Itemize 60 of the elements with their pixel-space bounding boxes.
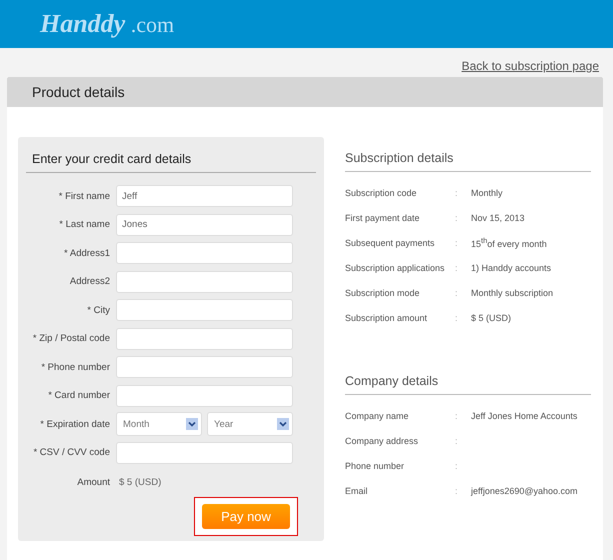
detail-label: Subscription mode — [345, 288, 421, 298]
field-label: * CSV / CVV code — [32, 447, 111, 458]
detail-value: 15$^{th}$of every month — [471, 236, 547, 249]
input-field[interactable] — [116, 242, 293, 264]
detail-label: Phone number — [345, 460, 406, 470]
field-label: * Expiration date — [39, 418, 111, 430]
field-label: Amount — [76, 476, 111, 488]
caret-icon — [186, 418, 198, 430]
input-field[interactable] — [116, 299, 293, 322]
detail-value: Jeff Jones Home Accounts — [471, 410, 578, 420]
input-field[interactable]: Jeff — [116, 185, 293, 208]
input-field[interactable] — [116, 442, 293, 464]
form-title: Enter your credit card details — [26, 149, 316, 173]
colon: : — [455, 238, 459, 248]
detail-value: Monthly subscription — [471, 288, 554, 298]
detail-label: Subsequent payments — [345, 238, 436, 248]
dropdown[interactable]: Month — [116, 412, 202, 436]
colon: : — [455, 312, 459, 322]
amount-value: $ 5 (USD) — [118, 476, 162, 488]
input-field[interactable] — [116, 356, 293, 378]
colon: : — [455, 486, 459, 496]
section-title: Subscription details — [345, 137, 591, 172]
detail-value: Monthly — [471, 188, 503, 198]
field-label: * Last name — [58, 219, 111, 230]
input-field[interactable] — [116, 384, 293, 407]
pay-button[interactable]: Pay now — [202, 504, 290, 529]
field-label: * Address1 — [63, 248, 111, 259]
field-label: Address2 — [68, 276, 111, 288]
field-label: * Card number — [47, 390, 111, 402]
detail-label: First payment date — [345, 212, 421, 222]
colon: : — [455, 188, 459, 198]
field-label: * Phone number — [40, 362, 111, 373]
detail-label: Subscription code — [345, 188, 418, 198]
detail-value: Nov 15, 2013 — [471, 212, 525, 222]
input-field[interactable]: Jones — [116, 214, 293, 236]
detail-label: Subscription applications — [345, 262, 446, 272]
input-field[interactable] — [116, 270, 293, 293]
colon: : — [455, 262, 459, 272]
detail-value: 1) Handdy accounts — [471, 262, 552, 272]
field-label: * Zip / Postal code — [32, 333, 111, 344]
colon: : — [455, 212, 459, 222]
field-label: * City — [86, 304, 111, 316]
colon: : — [455, 460, 459, 470]
detail-label: Email — [345, 486, 369, 496]
panel-title: Product details — [32, 84, 125, 100]
back-link[interactable]: Back to subscription page — [462, 59, 599, 73]
detail-label: Company address — [345, 436, 420, 446]
detail-label: Subscription amount — [345, 312, 428, 322]
colon: : — [455, 436, 459, 446]
detail-value: $ 5 (USD) — [471, 312, 512, 322]
colon: : — [455, 410, 459, 420]
input-field[interactable] — [116, 328, 293, 350]
section-title: Company details — [345, 360, 591, 395]
caret-icon — [277, 418, 289, 430]
dropdown[interactable]: Year — [207, 412, 293, 436]
detail-value: jeffjones2690@yahoo.com — [471, 486, 578, 496]
detail-label: Company name — [345, 410, 410, 420]
field-label: * First name — [58, 190, 111, 202]
colon: : — [455, 288, 459, 298]
logo[interactable]: Handdy .com — [40, 9, 174, 39]
